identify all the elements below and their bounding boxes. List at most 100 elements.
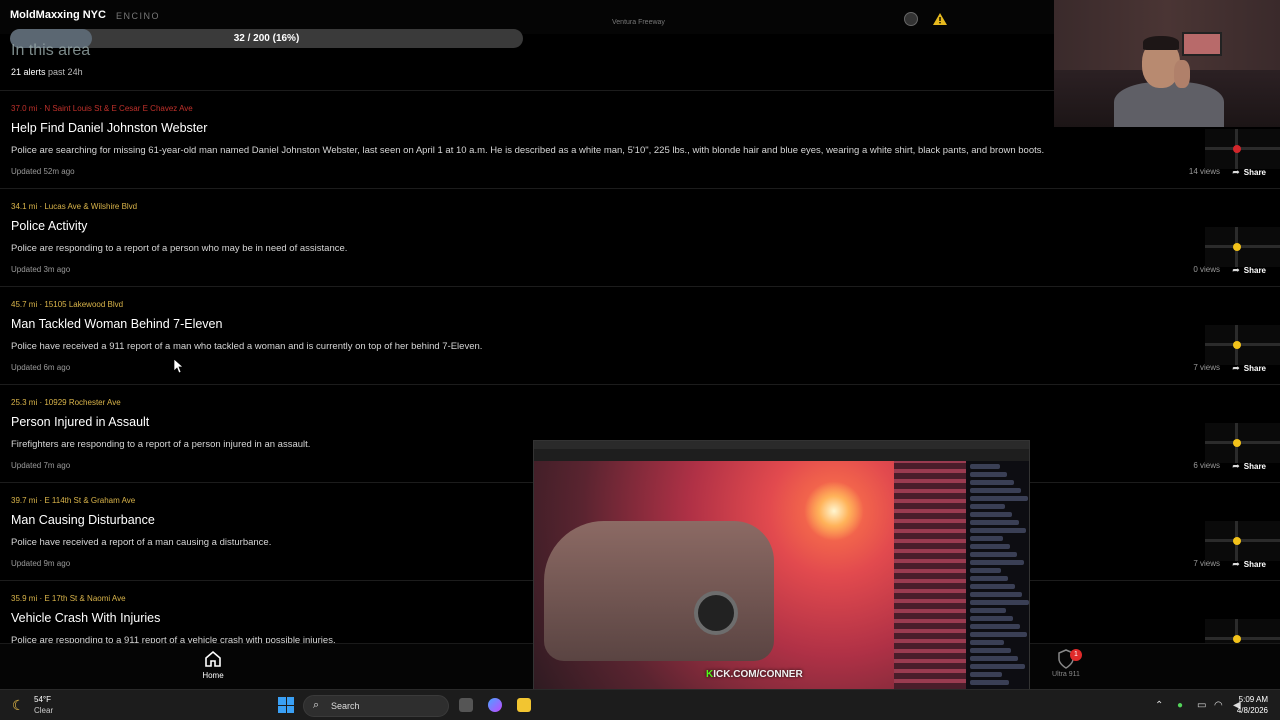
stream-title: MoldMaxxing NYC bbox=[10, 9, 106, 21]
chat-message bbox=[970, 616, 1013, 621]
chat-message bbox=[970, 624, 1020, 629]
map-pin-icon bbox=[1233, 243, 1241, 251]
alert-item[interactable]: 45.7 mi · 15105 Lakewood Blvd Man Tackled… bbox=[0, 286, 1280, 384]
chat-message bbox=[970, 512, 1012, 517]
map-pin-icon bbox=[1233, 439, 1241, 447]
chat-message bbox=[970, 520, 1019, 525]
clock-date[interactable]: 4/8/2026 bbox=[1237, 706, 1268, 715]
clock-time[interactable]: 5:09 AM bbox=[1239, 695, 1268, 704]
alert-map-thumbnail[interactable] bbox=[1205, 325, 1280, 365]
chat-message bbox=[970, 552, 1017, 557]
chat-message bbox=[970, 664, 1025, 669]
nav-ultra-label: Ultra 911 bbox=[1052, 671, 1080, 678]
map-road bbox=[1205, 539, 1280, 542]
chat-message bbox=[970, 560, 1024, 565]
wifi-icon[interactable]: ◠ bbox=[1214, 700, 1223, 711]
copilot-icon[interactable] bbox=[488, 698, 502, 712]
alert-map-thumbnail[interactable] bbox=[1205, 129, 1280, 169]
map-pin-icon bbox=[1233, 145, 1241, 153]
video-feed: KICK.COM/CONNER bbox=[534, 461, 966, 709]
search-label: Search bbox=[331, 701, 360, 711]
video-chat-panel bbox=[966, 461, 1029, 709]
warning-icon[interactable] bbox=[932, 12, 948, 26]
nav-home[interactable]: Home bbox=[198, 650, 228, 680]
chat-message bbox=[970, 472, 1007, 477]
file-explorer-icon[interactable] bbox=[517, 698, 531, 712]
map-marker-icon[interactable] bbox=[904, 12, 918, 26]
map-road bbox=[1205, 343, 1280, 346]
weather-desc[interactable]: Clear bbox=[34, 706, 53, 715]
map-freeway-label: Ventura Freeway bbox=[612, 19, 665, 26]
page-title: In this area bbox=[11, 42, 91, 59]
alert-item[interactable]: 34.1 mi · Lucas Ave & Wilshire Blvd Polic… bbox=[0, 188, 1280, 286]
chat-message bbox=[970, 544, 1010, 549]
webcam-person-hair bbox=[1143, 36, 1179, 50]
alert-title[interactable]: Vehicle Crash With Injuries bbox=[11, 611, 160, 625]
alert-updated: Updated 7m ago bbox=[11, 461, 71, 470]
alert-description: Police have received a 911 report of a m… bbox=[11, 341, 483, 352]
chat-message bbox=[970, 592, 1022, 597]
home-icon bbox=[205, 650, 221, 667]
video-window-titlebar[interactable] bbox=[534, 441, 1029, 449]
webcam-tv bbox=[1182, 32, 1222, 56]
video-caption-text: ICK.COM/CONNER bbox=[713, 669, 803, 680]
map-pin-icon bbox=[1233, 341, 1241, 349]
alert-location: 34.1 mi · Lucas Ave & Wilshire Blvd bbox=[11, 202, 138, 211]
chat-message bbox=[970, 576, 1008, 581]
chat-message bbox=[970, 464, 1000, 469]
map-road bbox=[1205, 245, 1280, 248]
alert-updated: Updated 9m ago bbox=[11, 559, 71, 568]
nav-ultra-911[interactable]: 1 Ultra 911 bbox=[1046, 649, 1086, 678]
alerts-window: past 24h bbox=[48, 67, 83, 77]
webcam-overlay bbox=[1054, 0, 1280, 127]
alert-title[interactable]: Person Injured in Assault bbox=[11, 415, 149, 429]
share-label: Share bbox=[1243, 168, 1266, 177]
start-button[interactable] bbox=[278, 697, 294, 713]
alert-map-thumbnail[interactable] bbox=[1205, 521, 1280, 561]
alert-description: Police are responding to a report of a p… bbox=[11, 243, 348, 254]
chat-message bbox=[970, 584, 1015, 589]
weather-temp[interactable]: 54°F bbox=[34, 695, 51, 704]
alert-description: Police have received a report of a man c… bbox=[11, 537, 272, 548]
video-window-toolbar bbox=[534, 449, 1029, 461]
nav-home-label: Home bbox=[202, 671, 224, 680]
chevron-up-icon[interactable]: ⌃ bbox=[1155, 700, 1163, 711]
webcam-person-body bbox=[1114, 82, 1224, 127]
alert-updated: Updated 3m ago bbox=[11, 265, 71, 274]
webcam-person-hand bbox=[1174, 60, 1190, 88]
alert-map-thumbnail[interactable] bbox=[1205, 423, 1280, 463]
network-icon[interactable]: ▭ bbox=[1197, 700, 1206, 711]
alert-title[interactable]: Man Tackled Woman Behind 7-Eleven bbox=[11, 317, 222, 331]
alert-updated: Updated 52m ago bbox=[11, 167, 75, 176]
map-road bbox=[1205, 147, 1280, 150]
task-view-icon[interactable] bbox=[459, 698, 473, 712]
alert-description: Firefighters are responding to a report … bbox=[11, 439, 311, 450]
share-label: Share bbox=[1243, 364, 1266, 373]
chat-message bbox=[970, 640, 1004, 645]
chat-message bbox=[970, 568, 1001, 573]
microphone-icon[interactable]: ● bbox=[1177, 700, 1183, 711]
map-road bbox=[1205, 441, 1280, 444]
map-pin-icon bbox=[1233, 635, 1241, 643]
taskbar-search[interactable]: ⌕ Search bbox=[303, 695, 449, 717]
alert-title[interactable]: Man Causing Disturbance bbox=[11, 513, 155, 527]
chat-message bbox=[970, 672, 1002, 677]
share-label: Share bbox=[1243, 560, 1266, 569]
chat-message bbox=[970, 496, 1028, 501]
chat-message bbox=[970, 480, 1014, 485]
alert-title[interactable]: Police Activity bbox=[11, 219, 87, 233]
video-caption: KICK.COM/CONNER bbox=[706, 669, 803, 680]
moon-icon[interactable]: ☾ bbox=[12, 697, 25, 714]
alert-title[interactable]: Help Find Daniel Johnston Webster bbox=[11, 121, 207, 135]
share-label: Share bbox=[1243, 462, 1266, 471]
windows-taskbar: ☾ 54°F Clear ⌕ Search ⌃ ● ▭ ◠ ◀ 5:09 AM … bbox=[0, 689, 1280, 720]
stream-video-window[interactable]: KICK.COM/CONNER bbox=[533, 440, 1030, 720]
chat-message bbox=[970, 600, 1029, 605]
chat-message bbox=[970, 680, 1009, 685]
alert-location: 45.7 mi · 15105 Lakewood Blvd bbox=[11, 300, 124, 309]
share-label: Share bbox=[1243, 266, 1266, 275]
video-truck-grille bbox=[894, 461, 966, 709]
alert-map-thumbnail[interactable] bbox=[1205, 227, 1280, 267]
alert-location: 25.3 mi · 10929 Rochester Ave bbox=[11, 398, 121, 407]
video-car bbox=[544, 521, 774, 661]
